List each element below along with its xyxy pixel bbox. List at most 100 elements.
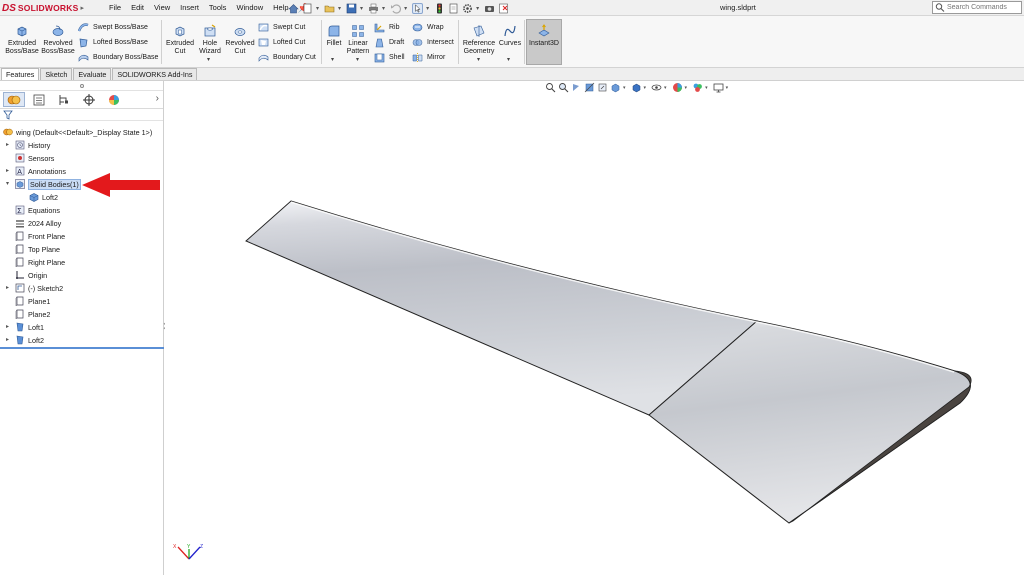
tree-item-plane2[interactable]: Plane2 <box>15 308 50 320</box>
tree-item-solid-bodies[interactable]: ▾ Solid Bodies(1) <box>6 178 81 190</box>
linear-pattern-dropdown-chevron-icon[interactable]: ▾ <box>356 56 359 63</box>
tab-property-manager[interactable] <box>28 92 50 107</box>
tab-dimxpert-manager[interactable] <box>78 92 100 107</box>
tree-item-origin[interactable]: Origin <box>15 269 47 281</box>
tree-item-history[interactable]: ▸ History <box>6 139 50 151</box>
expand-chevron-icon[interactable]: ▸ <box>6 165 9 177</box>
search-commands[interactable] <box>932 1 1022 14</box>
ds-logo-mark: DS <box>2 2 16 14</box>
search-commands-input[interactable] <box>947 4 1021 11</box>
fillet-button[interactable]: Fillet <box>322 24 346 48</box>
reference-geometry-button[interactable]: Reference Geometry <box>460 24 498 56</box>
tree-item-label: Top Plane <box>28 244 60 254</box>
swept-cut-button[interactable]: Swept Cut <box>258 20 305 34</box>
linear-pattern-button[interactable]: Linear Pattern <box>344 24 372 56</box>
panel-tabs-scroll-chevron-icon[interactable]: › <box>156 93 159 104</box>
extruded-boss-base-button[interactable]: Extruded Boss/Base <box>4 24 40 56</box>
tree-item-loft2[interactable]: ▸ Loft2 <box>6 334 44 346</box>
shell-button[interactable]: Shell <box>374 50 405 64</box>
tree-item-loft2-body[interactable]: Loft2 <box>29 191 58 203</box>
boundary-boss-base-button[interactable]: Boundary Boss/Base <box>78 50 158 64</box>
linear-pattern-label-2: Pattern <box>346 48 370 55</box>
curves-button[interactable]: Curves <box>497 24 523 48</box>
reference-geometry-dropdown-chevron-icon[interactable]: ▾ <box>477 56 480 63</box>
close-document-icon[interactable] <box>498 3 509 14</box>
file-properties-icon[interactable] <box>448 3 459 14</box>
tab-sketch[interactable]: Sketch <box>40 68 73 80</box>
options-dropdown-chevron-icon[interactable]: ▾ <box>476 5 479 12</box>
extruded-cut-button[interactable]: Extruded Cut <box>164 24 196 56</box>
draft-button[interactable]: Draft <box>374 35 404 49</box>
options-gear-icon[interactable] <box>462 3 473 14</box>
tree-item-material[interactable]: 2024 Alloy <box>15 217 61 229</box>
intersect-button[interactable]: Intersect <box>412 35 454 49</box>
expand-chevron-icon[interactable]: ▸ <box>6 321 9 333</box>
undo-dropdown-chevron-icon[interactable]: ▾ <box>404 5 407 12</box>
hole-wizard-dropdown-chevron-icon[interactable]: ▾ <box>207 56 210 63</box>
select-dropdown-chevron-icon[interactable]: ▾ <box>426 5 429 12</box>
lofted-boss-base-button[interactable]: Lofted Boss/Base <box>78 35 148 49</box>
tab-evaluate[interactable]: Evaluate <box>73 68 112 80</box>
wing-inboard-surface[interactable] <box>245 200 759 416</box>
tree-item-plane1[interactable]: Plane1 <box>15 295 50 307</box>
menu-file[interactable]: File <box>104 0 126 16</box>
expand-chevron-icon[interactable]: ▸ <box>6 334 9 346</box>
tree-rollback-bar[interactable] <box>0 347 164 349</box>
save-dropdown-chevron-icon[interactable]: ▾ <box>360 5 363 12</box>
home-icon[interactable] <box>288 3 299 14</box>
open-dropdown-chevron-icon[interactable]: ▾ <box>338 5 341 12</box>
expand-chevron-icon[interactable]: ▸ <box>6 282 9 294</box>
filter-funnel-icon[interactable] <box>3 110 13 120</box>
save-icon[interactable] <box>346 3 357 14</box>
undo-icon[interactable] <box>390 3 402 14</box>
tab-configuration-manager[interactable] <box>53 92 75 107</box>
rebuild-traffic-light-icon[interactable] <box>434 3 445 14</box>
menu-insert[interactable]: Insert <box>175 0 204 16</box>
tree-item-front-plane[interactable]: Front Plane <box>15 230 65 242</box>
tab-features[interactable]: Features <box>1 68 40 80</box>
open-folder-icon[interactable] <box>324 3 335 14</box>
camera-icon[interactable] <box>484 3 495 14</box>
new-document-icon[interactable] <box>302 3 313 14</box>
print-icon[interactable] <box>368 3 379 14</box>
menu-edit[interactable]: Edit <box>126 0 149 16</box>
panel-splitter[interactable] <box>0 81 163 91</box>
graphics-area[interactable]: ▾ ▾ ▾ ▾ ▾ ▾ X Y Z <box>165 81 1024 575</box>
menu-tools[interactable]: Tools <box>204 0 232 16</box>
lofted-cut-button[interactable]: Lofted Cut <box>258 35 305 49</box>
fillet-dropdown-chevron-icon[interactable]: ▾ <box>331 56 334 63</box>
menu-view[interactable]: View <box>149 0 175 16</box>
tree-root-part[interactable]: wing (Default<<Default>_Display State 1>… <box>3 126 152 138</box>
new-dropdown-chevron-icon[interactable]: ▾ <box>316 5 319 12</box>
expand-chevron-icon[interactable]: ▸ <box>6 139 9 151</box>
solidworks-logo[interactable]: DS SOLIDWORKS ▸ <box>2 1 92 15</box>
tree-item-equations[interactable]: Σ Equations <box>15 204 60 216</box>
tree-item-sketch2[interactable]: ▸ (-) Sketch2 <box>6 282 63 294</box>
revolved-boss-base-button[interactable]: Revolved Boss/Base <box>40 24 76 56</box>
part-icon <box>3 128 13 136</box>
instant3d-button[interactable]: Instant3D <box>526 19 562 65</box>
menu-window[interactable]: Window <box>231 0 268 16</box>
mirror-button[interactable]: Mirror <box>412 50 445 64</box>
tree-item-loft1[interactable]: ▸ Loft1 <box>6 321 44 333</box>
wing-model[interactable] <box>165 81 1024 575</box>
boundary-cut-button[interactable]: Boundary Cut <box>258 50 316 64</box>
tree-item-sensors[interactable]: Sensors <box>15 152 54 164</box>
tree-item-right-plane[interactable]: Right Plane <box>15 256 65 268</box>
swept-boss-base-button[interactable]: Swept Boss/Base <box>78 20 148 34</box>
tree-item-annotations[interactable]: ▸ A Annotations <box>6 165 66 177</box>
tab-display-manager[interactable] <box>103 92 125 107</box>
tree-item-top-plane[interactable]: Top Plane <box>15 243 60 255</box>
select-pointer-icon[interactable] <box>412 2 424 14</box>
tab-solidworks-add-ins[interactable]: SOLIDWORKS Add-Ins <box>112 68 198 80</box>
tab-feature-manager[interactable] <box>3 92 25 107</box>
wrap-button[interactable]: Wrap <box>412 20 444 34</box>
print-dropdown-chevron-icon[interactable]: ▾ <box>382 5 385 12</box>
curves-dropdown-chevron-icon[interactable]: ▾ <box>507 56 510 63</box>
rib-button[interactable]: Rib <box>374 20 400 34</box>
hole-wizard-button[interactable]: Hole Wizard <box>195 24 225 56</box>
revolved-cut-button[interactable]: Revolved Cut <box>224 24 256 56</box>
title-bar: DS SOLIDWORKS ▸ File Edit View Insert To… <box>0 0 1024 16</box>
tree-item-label: Origin <box>28 270 48 280</box>
collapse-chevron-icon[interactable]: ▾ <box>6 178 9 190</box>
